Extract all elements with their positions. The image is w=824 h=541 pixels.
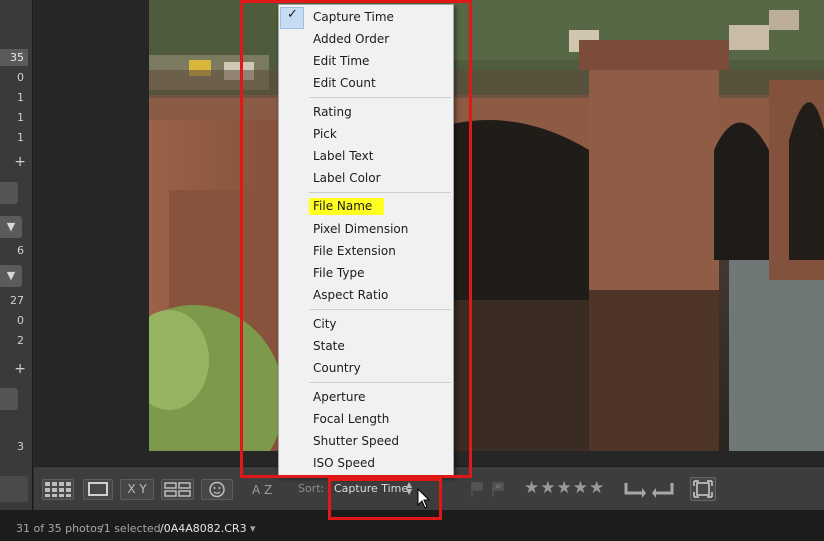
star-rating[interactable]: ★★★★★	[524, 478, 605, 498]
left-panel: 35 0 1 1 1 + ▼ 6 ▼ 27 0 2 + 3	[0, 0, 33, 510]
grid-icon	[45, 482, 71, 497]
panel-button[interactable]	[0, 476, 28, 502]
crop-icon	[693, 480, 713, 498]
selection-count: /1 selected	[100, 522, 161, 535]
chevron-down-icon[interactable]: ▼	[0, 216, 22, 238]
sort-direction-icon: A Z	[252, 483, 273, 497]
sort-label: Sort:	[298, 482, 325, 495]
collection-count: 3	[17, 440, 24, 453]
reject-flag-icon[interactable]	[490, 480, 506, 502]
collection-count: 0	[17, 71, 24, 84]
collection-count: 1	[17, 91, 24, 104]
filename-dropdown-icon[interactable]: ▾	[250, 522, 256, 535]
collection-count: 2	[17, 334, 24, 347]
collection-count: 1	[17, 111, 24, 124]
loupe-icon	[88, 482, 108, 496]
panel-control[interactable]	[0, 388, 18, 410]
add-collection-icon[interactable]: +	[14, 361, 26, 377]
survey-icon	[164, 482, 191, 497]
grid-view-button[interactable]	[42, 479, 74, 500]
collection-count: 0	[17, 314, 24, 327]
collection-count: 27	[10, 294, 24, 307]
lightroom-library-window: { "left_panel": { "counts": ["35", "0", …	[0, 0, 824, 541]
people-view-button[interactable]	[201, 479, 233, 500]
pick-flag-icon[interactable]	[469, 480, 485, 502]
add-collection-icon[interactable]: +	[14, 154, 26, 170]
current-filename[interactable]: /0A4A8082.CR3	[160, 522, 247, 535]
collection-count: 6	[17, 244, 24, 257]
mouse-pointer-icon	[417, 487, 431, 514]
photo-count: 31 of 35 photos	[16, 522, 103, 535]
collection-count: 35	[0, 49, 28, 66]
crop-overlay-button[interactable]	[690, 477, 716, 501]
chevron-down-icon[interactable]: ▼	[0, 265, 22, 287]
compare-view-button[interactable]: X Y	[120, 479, 154, 500]
collection-count: 1	[17, 131, 24, 144]
rotate-right-icon[interactable]	[652, 479, 676, 503]
panel-control[interactable]	[0, 182, 18, 204]
loupe-view-button[interactable]	[83, 479, 113, 500]
people-icon	[209, 481, 225, 498]
rotate-left-icon[interactable]	[622, 479, 646, 503]
survey-view-button[interactable]	[161, 479, 194, 500]
sort-direction-button[interactable]: A Z	[252, 480, 292, 500]
menu-annotation-box	[240, 0, 472, 478]
